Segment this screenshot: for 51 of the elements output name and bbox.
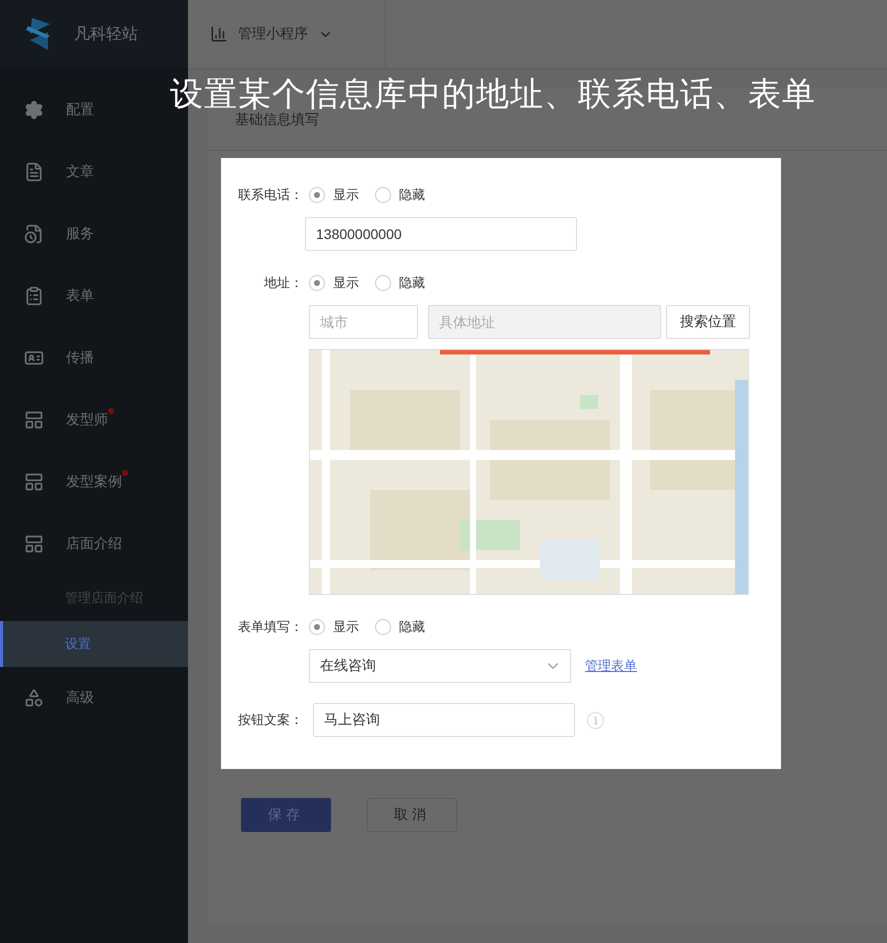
phone-input[interactable]: 13800000000: [305, 217, 577, 251]
sidebar-subitem[interactable]: 设置: [0, 621, 188, 667]
field-label: 表单填写：: [237, 618, 303, 636]
clipboard-icon: [24, 286, 44, 306]
document-clock-icon: [24, 224, 44, 244]
sidebar-label: 发型师: [66, 411, 108, 429]
radio-option[interactable]: 显示: [309, 618, 359, 636]
menu-label: 管理小程序: [238, 25, 308, 43]
field-label: 地址：: [263, 274, 303, 292]
info-icon[interactable]: [587, 712, 604, 728]
sidebar-label: 发型案例: [66, 473, 122, 491]
app-name: 凡科轻站: [74, 24, 138, 44]
grid-icon: [24, 410, 44, 430]
annotation-caption: 设置某个信息库中的地址、联系电话、表单: [170, 73, 816, 113]
sidebar-item[interactable]: 表单: [0, 265, 94, 327]
city-input[interactable]: 城市: [309, 305, 418, 339]
cancel-button[interactable]: 取消: [367, 798, 457, 832]
sidebar-item[interactable]: 传播: [0, 327, 94, 389]
sidebar-label: 文章: [66, 163, 94, 181]
form-select[interactable]: 在线咨询: [309, 649, 571, 683]
sidebar-item[interactable]: 文章: [0, 141, 94, 203]
address-input[interactable]: 具体地址: [428, 305, 661, 339]
sidebar-item[interactable]: 高级: [0, 667, 94, 729]
sidebar-label: 配置: [66, 101, 94, 119]
manage-forms-link[interactable]: 管理表单: [585, 657, 637, 675]
field-label: 联系电话：: [237, 186, 303, 204]
radio-option[interactable]: 隐藏: [375, 186, 425, 204]
grid-icon: [24, 534, 44, 554]
sidebar-label: 店面介绍: [66, 535, 122, 553]
sidebar-item[interactable]: 配置: [0, 79, 94, 141]
radio-option[interactable]: 隐藏: [375, 618, 425, 636]
shapes-icon: [24, 688, 44, 708]
button-text-input[interactable]: 马上咨询: [313, 703, 575, 737]
sidebar-label: 高级: [66, 689, 94, 707]
sidebar-item[interactable]: 发型案例: [0, 451, 122, 513]
field-label: 按钮文案：: [237, 711, 303, 729]
sidebar-label: 传播: [66, 349, 94, 367]
save-button[interactable]: 保存: [241, 798, 331, 832]
grid-icon: [24, 472, 44, 492]
card-title: 基础信息填写: [235, 111, 319, 129]
sidebar-label: 服务: [66, 225, 94, 243]
bar-chart-icon: [210, 25, 228, 43]
search-location-button[interactable]: 搜索位置: [666, 305, 750, 339]
radio-option[interactable]: 显示: [309, 274, 359, 292]
sidebar-item[interactable]: 服务: [0, 203, 94, 265]
sidebar-item[interactable]: 发型师: [0, 389, 108, 451]
document-icon: [24, 162, 44, 182]
radio-option[interactable]: 显示: [309, 186, 359, 204]
sidebar-item[interactable]: 店面介绍: [0, 513, 122, 575]
sidebar-label: 表单: [66, 287, 94, 305]
radio-option[interactable]: 隐藏: [375, 274, 425, 292]
